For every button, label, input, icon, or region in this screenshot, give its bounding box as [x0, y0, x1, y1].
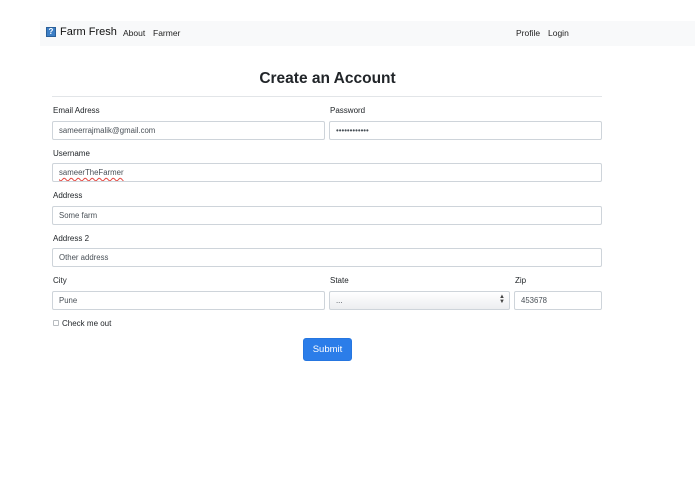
username-field[interactable]: sameerTheFarmer: [52, 163, 602, 182]
city-label: City: [53, 276, 67, 285]
nav-link-about[interactable]: About: [123, 28, 145, 38]
nav-link-login[interactable]: Login: [548, 28, 569, 38]
state-select[interactable]: ... ▲ ▼: [329, 291, 510, 310]
check-me-out-label[interactable]: Check me out: [62, 319, 111, 328]
check-me-out-checkbox[interactable]: [53, 320, 59, 326]
brand-name: Farm Fresh: [60, 26, 117, 38]
city-field[interactable]: Pune: [52, 291, 325, 310]
username-label: Username: [53, 149, 90, 158]
select-arrows-icon: ▲ ▼: [499, 294, 505, 305]
submit-button[interactable]: Submit: [303, 338, 352, 361]
zip-label: Zip: [515, 276, 527, 285]
address-field[interactable]: Some farm: [52, 206, 602, 225]
nav-link-profile[interactable]: Profile: [516, 28, 540, 38]
navbar: ? Farm Fresh About Farmer Profile Login: [40, 21, 695, 46]
title-divider: [52, 96, 602, 97]
state-label: State: [330, 276, 349, 285]
address-label: Address: [53, 191, 83, 200]
email-field[interactable]: sameerrajmalik@gmail.com: [52, 121, 325, 140]
password-label: Password: [330, 106, 366, 115]
state-selected-value: ...: [336, 296, 343, 305]
zip-field[interactable]: 453678: [514, 291, 602, 310]
email-label: Email Adress: [53, 106, 100, 115]
nav-link-farmer[interactable]: Farmer: [153, 28, 180, 38]
password-field[interactable]: ••••••••••••: [329, 121, 602, 140]
page-title: Create an Account: [259, 70, 396, 87]
address2-label: Address 2: [53, 234, 90, 243]
brand[interactable]: ? Farm Fresh: [46, 26, 117, 38]
address2-field[interactable]: Other address: [52, 248, 602, 267]
brand-logo-icon: ?: [46, 27, 56, 37]
username-value: sameerTheFarmer: [59, 168, 124, 177]
